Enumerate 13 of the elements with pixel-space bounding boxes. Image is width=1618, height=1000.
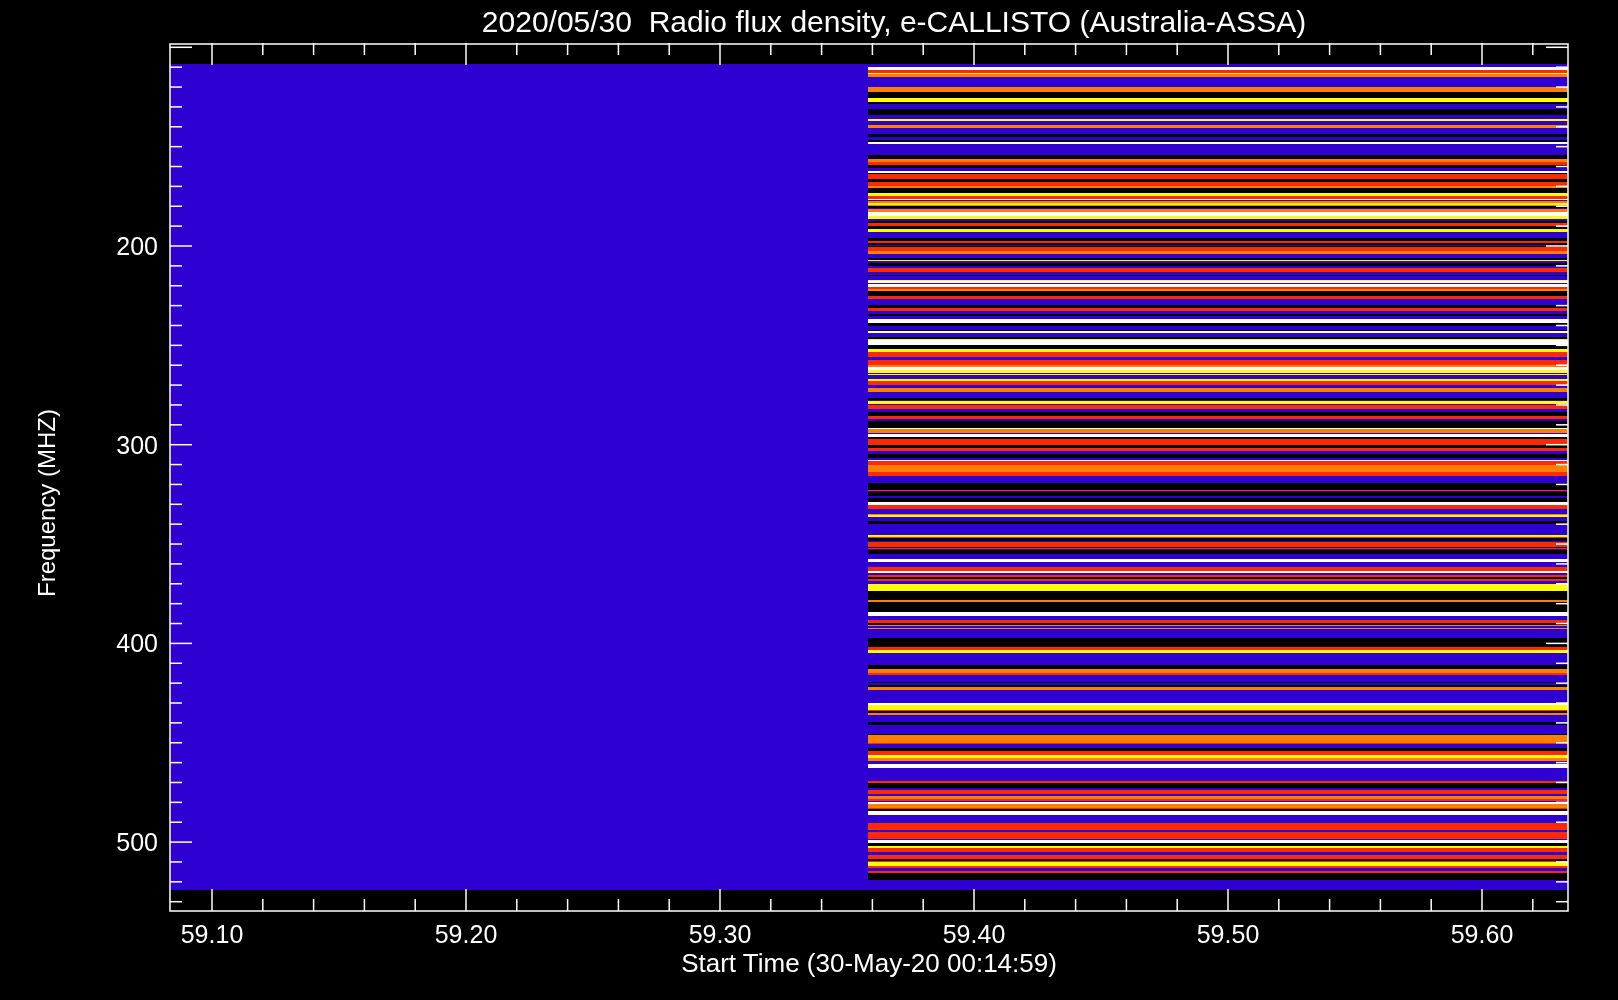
y-tick-label: 300 [116,430,158,459]
x-tick-label: 59.30 [688,920,752,948]
x-tick-label: 59.40 [942,920,1006,948]
x-tick-label: 59.50 [1196,920,1260,948]
y-tick-label: 500 [116,828,158,857]
x-axis-label: Start Time (30-May-20 00:14:59) [681,950,1057,976]
y-tick-label: 400 [116,629,158,658]
x-tick-label: 59.60 [1450,920,1514,948]
y-tick-label: 200 [116,232,158,260]
x-tick-label: 59.20 [434,920,498,948]
chart-title: 2020/05/30 Radio flux density, e-CALLISTO (Australia-ASSA) [481,6,1307,37]
y-axis-label: Frequency (MHZ) [35,409,60,597]
x-tick-label: 59.10 [180,920,244,948]
